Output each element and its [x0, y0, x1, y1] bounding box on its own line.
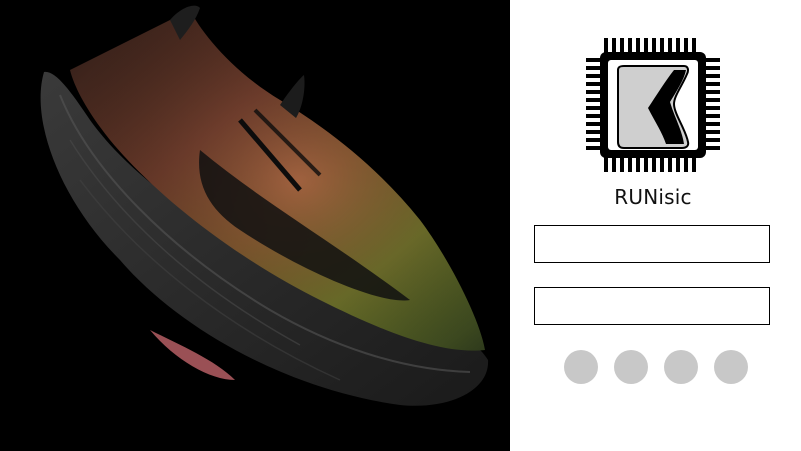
- running-shoe-image: [40, 5, 489, 406]
- text-field-2[interactable]: [534, 287, 770, 325]
- screen: RUNisic: [0, 0, 801, 451]
- brand-name: RUNisic: [614, 185, 692, 209]
- pager-dot-2[interactable]: [614, 350, 648, 384]
- side-panel: RUNisic: [510, 0, 801, 451]
- hero-image: [0, 0, 510, 451]
- pager-dot-4[interactable]: [714, 350, 748, 384]
- pager-dots: [564, 350, 748, 384]
- text-field-1[interactable]: [534, 225, 770, 263]
- pager-dot-1[interactable]: [564, 350, 598, 384]
- chip-shoe-logo-icon: [586, 38, 720, 172]
- pager-dot-3[interactable]: [664, 350, 698, 384]
